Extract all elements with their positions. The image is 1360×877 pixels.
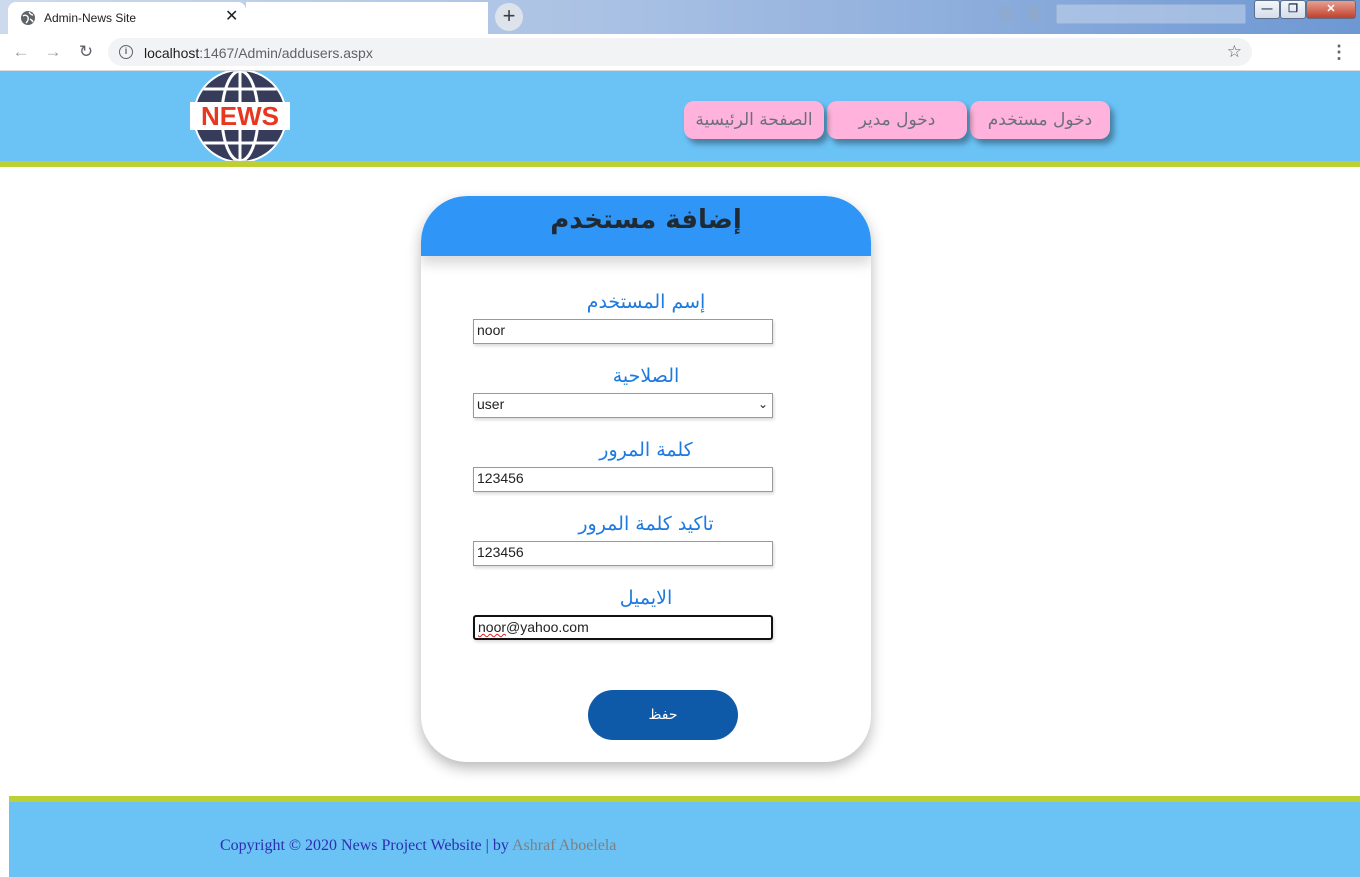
- os-search-box: [1056, 4, 1246, 24]
- maximize-icon: ❐: [1288, 3, 1298, 15]
- confirm-password-label: تاكيد كلمة المرور: [578, 513, 714, 535]
- forward-arrow-icon[interactable]: →: [42, 41, 64, 63]
- tab-blank-area: [246, 2, 488, 34]
- email-value-suffix: @yahoo.com: [506, 619, 589, 635]
- role-select-value: user: [477, 396, 505, 412]
- minimize-button[interactable]: —: [1254, 0, 1280, 19]
- address-bar[interactable]: i localhost:1467/Admin/addusers.aspx ☆: [108, 38, 1252, 66]
- new-tab-button[interactable]: +: [495, 3, 523, 31]
- chevron-down-icon: ⌄: [757, 397, 768, 411]
- copyright-text: Copyright © 2020 News Project Website | …: [220, 837, 512, 854]
- logo-text: NEWS: [201, 101, 279, 131]
- password-input[interactable]: 123456: [473, 467, 773, 492]
- close-window-button[interactable]: ✕: [1306, 0, 1356, 19]
- username-label: إسم المستخدم: [586, 291, 706, 313]
- filter-icon: [1028, 6, 1040, 22]
- close-icon: ✕: [1326, 3, 1336, 15]
- author-link[interactable]: Ashraf Aboelela: [512, 837, 616, 854]
- nav-admin-login[interactable]: دخول مدير: [827, 101, 967, 139]
- footer-copyright: Copyright © 2020 News Project Website | …: [220, 837, 616, 855]
- info-icon[interactable]: i: [119, 45, 133, 59]
- site-footer: Copyright © 2020 News Project Website | …: [9, 796, 1360, 877]
- browser-toolbar: ← → ↻ i localhost:1467/Admin/addusers.as…: [0, 34, 1360, 71]
- page-title: إضافة مستخدم: [550, 205, 742, 235]
- password-label: كلمة المرور: [599, 439, 693, 461]
- globe-icon: [21, 11, 35, 25]
- nav-home[interactable]: الصفحة الرئيسية: [684, 101, 824, 139]
- site-header: NEWS دخول مستخدم دخول مدير الصفحة الرئيس…: [0, 71, 1360, 167]
- maximize-button[interactable]: ❐: [1280, 0, 1306, 19]
- browser-menu-icon[interactable]: ⋮: [1330, 41, 1348, 63]
- confirm-password-input[interactable]: 123456: [473, 541, 773, 566]
- browser-tabstrip: Admin-News Site ✕ + — ❐ ✕: [0, 0, 1360, 34]
- url-path: :1467/Admin/addusers.aspx: [199, 45, 373, 61]
- news-logo: NEWS: [190, 71, 290, 161]
- tab-title: Admin-News Site: [44, 11, 137, 25]
- save-button[interactable]: حفظ: [588, 690, 738, 740]
- reload-icon[interactable]: ↻: [75, 41, 97, 63]
- bookmark-star-icon[interactable]: ☆: [1227, 42, 1242, 62]
- tab-close-icon[interactable]: ✕: [225, 8, 238, 26]
- role-label: الصلاحية: [612, 365, 680, 387]
- url-text: localhost:1467/Admin/addusers.aspx: [144, 45, 373, 61]
- tray-icon: [998, 6, 1014, 22]
- email-value-prefix: noor: [478, 619, 507, 635]
- email-label: الايميل: [619, 587, 673, 609]
- window-controls: — ❐ ✕: [1254, 0, 1358, 20]
- nav-user-login[interactable]: دخول مستخدم: [970, 101, 1110, 139]
- browser-tab[interactable]: Admin-News Site ✕: [8, 2, 246, 34]
- email-input[interactable]: noor@yahoo.com: [473, 615, 773, 640]
- url-host: localhost: [144, 45, 200, 61]
- add-user-card: إضافة مستخدم إسم المستخدم noor الصلاحية …: [421, 196, 871, 762]
- os-tray: [990, 4, 1250, 26]
- card-header: إضافة مستخدم: [421, 196, 871, 256]
- minimize-icon: —: [1261, 3, 1273, 15]
- role-select[interactable]: user ⌄: [473, 393, 773, 418]
- back-arrow-icon[interactable]: ←: [10, 41, 32, 63]
- username-input[interactable]: noor: [473, 319, 773, 344]
